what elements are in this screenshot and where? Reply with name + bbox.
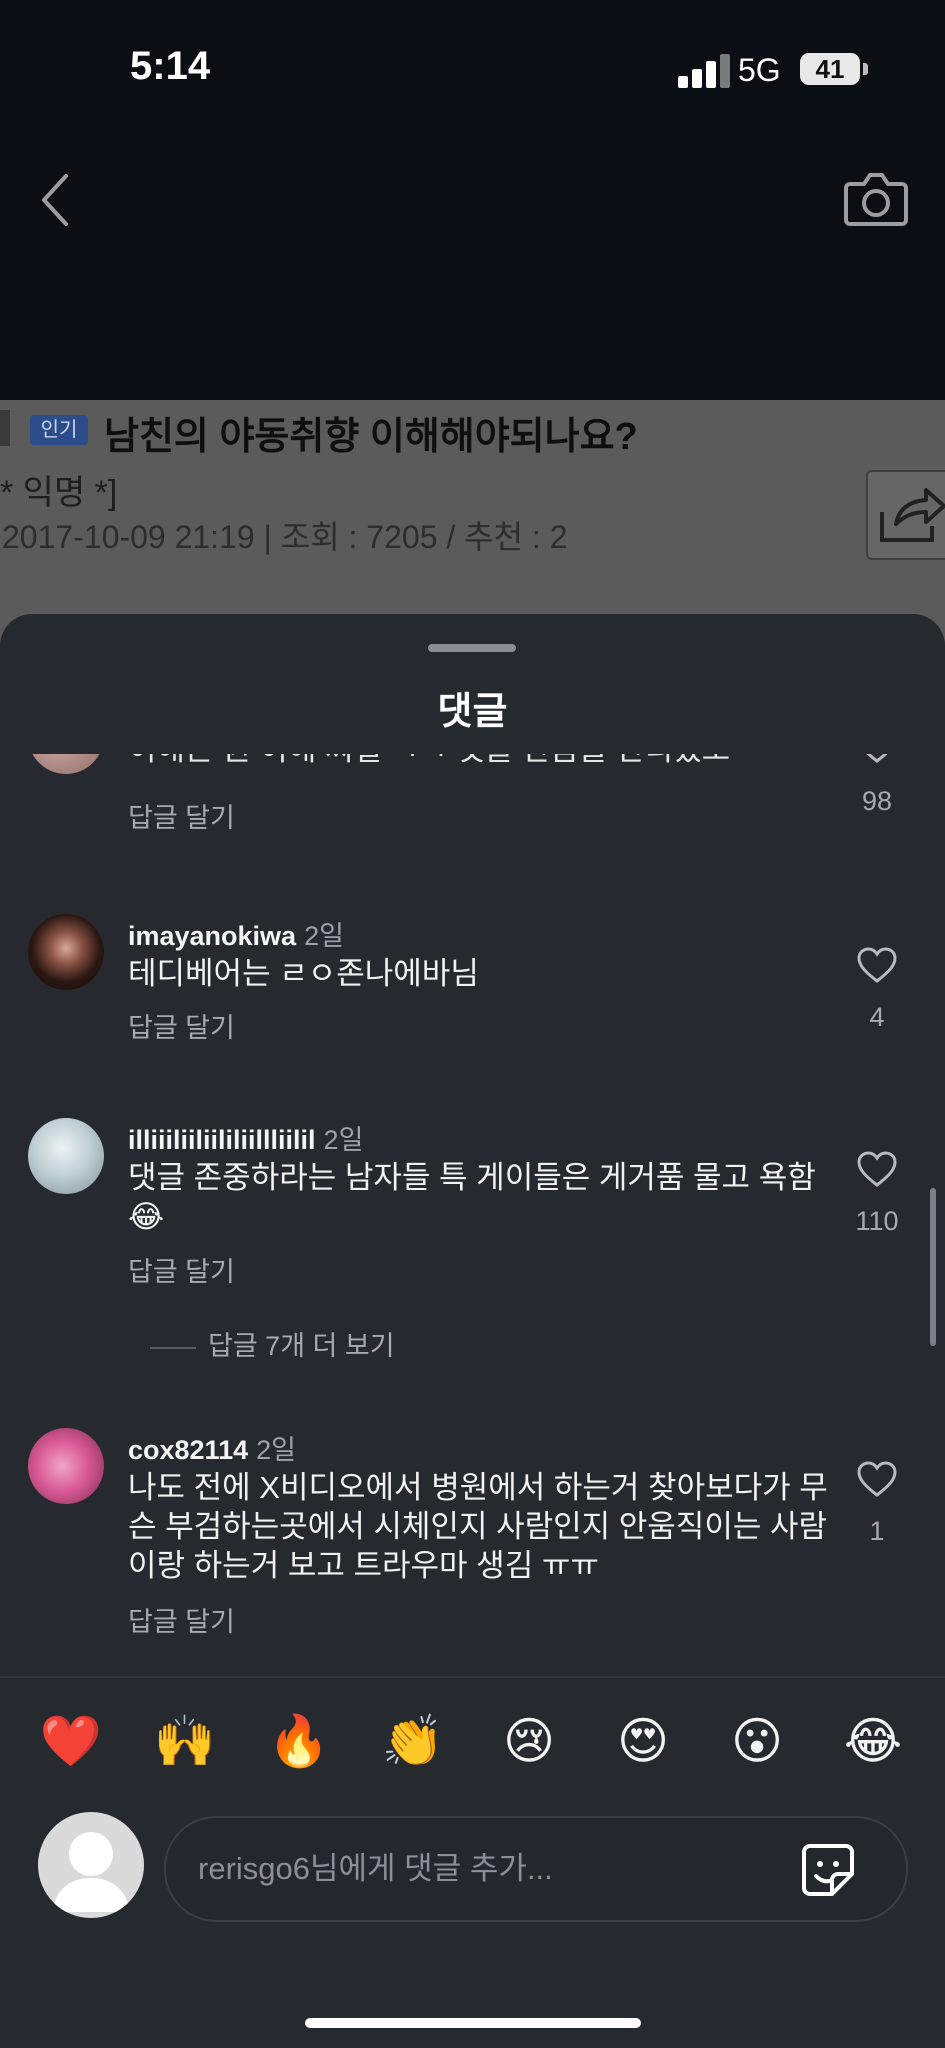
like-count: 110 (855, 1206, 899, 1236)
comment-text: 이해는 뭔 이해 찌질 ㅋㅋ 댓글 반음을 반디었도 (128, 754, 828, 769)
sheet-grabber[interactable] (428, 644, 516, 652)
heart-icon[interactable] (856, 1460, 898, 1498)
status-time: 5:14 (130, 44, 211, 88)
comment-username[interactable]: imayanokiwa (128, 921, 296, 951)
signal-icon (678, 52, 734, 88)
sticker-icon[interactable] (798, 1840, 858, 1900)
comment-composer (0, 1812, 945, 1922)
comment-username[interactable]: illiiiliiliililiillliilil (128, 1125, 316, 1155)
divider (0, 1676, 945, 1678)
comment-time: 2일 (304, 921, 344, 951)
emoji-crying[interactable]: 😢 (494, 1706, 564, 1776)
heart-icon[interactable] (856, 1150, 898, 1188)
avatar[interactable] (28, 914, 104, 990)
emoji-surprised[interactable]: 😮 (722, 1706, 792, 1776)
reply-button[interactable]: 답글 달기 (128, 1006, 235, 1045)
post-edge (0, 410, 10, 446)
share-icon (880, 488, 945, 542)
comment-username[interactable]: cox82114 (128, 1435, 248, 1465)
comment-header: illiiiliiliililiillliilil 2일 (128, 1118, 363, 1157)
chevron-left-icon[interactable] (38, 170, 74, 230)
comment-time: 2일 (256, 1435, 296, 1465)
reply-button[interactable]: 답글 달기 (128, 1250, 235, 1289)
like-count: 4 (869, 1002, 885, 1032)
more-replies-label: 답글 7개 더 보기 (208, 1331, 395, 1361)
comment-text: 테디베어는 ㄹㅇ존나에바님 (128, 956, 479, 991)
emoji-raised-hands[interactable]: 🙌 (150, 1706, 220, 1776)
battery-icon: 41 (800, 53, 860, 85)
battery-tip (863, 63, 868, 75)
comment-text: 나도 전에 X비디오에서 병원에서 하는거 찾아보다가 무슨 부검하는곳에서 시… (128, 1470, 828, 1583)
sheet-title: 댓글 (437, 691, 508, 733)
comment-time: 2일 (323, 1125, 364, 1155)
comment-header: imayanokiwa 2일 (128, 914, 344, 953)
more-replies-line (150, 1346, 196, 1349)
view-more-replies-button[interactable]: 답글 7개 더 보기 (150, 1324, 395, 1363)
avatar[interactable] (28, 1428, 104, 1504)
scrollbar[interactable] (930, 1188, 936, 1346)
reply-button[interactable]: 답글 달기 (128, 796, 235, 835)
heart-icon[interactable] (856, 946, 898, 984)
status-bar: 5:14 5G 41 (0, 0, 945, 130)
post-meta: 2017-10-09 21:19 | 조회 : 7205 / 추천 : 2 (2, 519, 568, 555)
emoji-heart[interactable]: ❤️ (36, 1706, 106, 1776)
post-title: 남친의 야동취향 이해해야되나요? (104, 416, 638, 458)
share-button (866, 470, 945, 560)
avatar[interactable] (28, 754, 104, 774)
my-avatar (38, 1812, 144, 1918)
emoji-heart-eyes[interactable]: 😍 (608, 1706, 678, 1776)
like-count: 98 (861, 786, 893, 816)
comment-list[interactable]: 이해는 뭔 이해 찌질 ㅋㅋ 댓글 반음을 반디었도 답글 달기 98 imay… (0, 754, 945, 1676)
emoji-fire[interactable]: 🔥 (264, 1706, 334, 1776)
comment-header: cox82114 2일 (128, 1428, 296, 1467)
like-count: 1 (869, 1516, 885, 1546)
comment-input-box[interactable] (164, 1816, 908, 1922)
emoji-clap[interactable]: 👏 (378, 1706, 448, 1776)
network-label: 5G (738, 52, 781, 88)
avatar[interactable] (28, 1118, 104, 1194)
heart-icon[interactable] (856, 754, 898, 764)
comment-input[interactable] (196, 1818, 760, 1920)
default-avatar-icon (52, 1832, 130, 1912)
post-author: * 익명 *] (0, 474, 118, 512)
comments-sheet: 댓글 이해는 뭔 이해 찌질 ㅋㅋ 댓글 반음을 반디었도 답글 달기 98 i… (0, 614, 945, 2048)
reply-button[interactable]: 답글 달기 (128, 1600, 235, 1639)
camera-icon[interactable] (844, 168, 908, 228)
home-indicator[interactable] (305, 2018, 641, 2028)
emoji-bar: ❤️ 🙌 🔥 👏 😢 😍 😮 😂 (0, 1706, 945, 1776)
comment-text: 댓글 존중하라는 남자들 특 게이들은 게거품 물고 욕함 😂 (128, 1160, 816, 1234)
popular-badge: 인기 (30, 415, 88, 445)
emoji-laughing[interactable]: 😂 (838, 1706, 908, 1776)
